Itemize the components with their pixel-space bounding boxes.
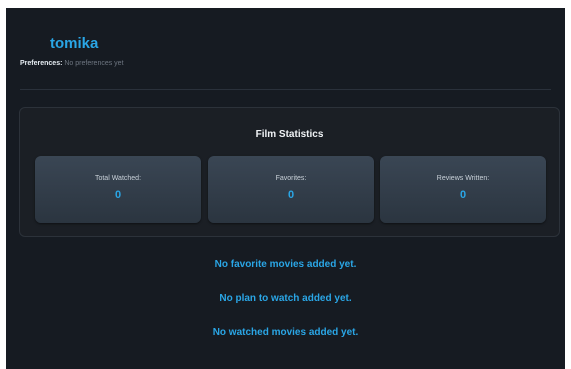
stat-reviews-written: Reviews Written: 0 xyxy=(380,156,546,223)
stat-total-watched: Total Watched: 0 xyxy=(35,156,201,223)
preferences-label: Preferences: xyxy=(20,60,63,67)
preferences-line: Preferences: No preferences yet xyxy=(20,60,124,67)
plan-to-watch-empty-message: No plan to watch added yet. xyxy=(219,293,352,304)
stat-favorites-value: 0 xyxy=(287,189,295,201)
film-statistics-title: Film Statistics xyxy=(255,129,324,140)
favorites-empty-message: No favorite movies added yet. xyxy=(214,259,357,270)
preferences-value: No preferences yet xyxy=(64,60,124,67)
profile-page: tomika Preferences: No preferences yet F… xyxy=(6,8,565,369)
stat-total-watched-value: 0 xyxy=(114,189,122,201)
stat-reviews-written-value: 0 xyxy=(459,189,467,201)
stat-reviews-written-label: Reviews Written: xyxy=(436,175,490,182)
stat-total-watched-label: Total Watched: xyxy=(94,175,142,182)
watched-empty-message: No watched movies added yet. xyxy=(212,327,359,338)
profile-username: tomika xyxy=(50,35,99,52)
stat-favorites-label: Favorites: xyxy=(275,175,307,182)
stat-favorites: Favorites: 0 xyxy=(208,156,374,223)
profile-divider xyxy=(20,89,551,90)
film-statistics-card: Film Statistics Total Watched: 0 Favorit… xyxy=(19,107,560,237)
